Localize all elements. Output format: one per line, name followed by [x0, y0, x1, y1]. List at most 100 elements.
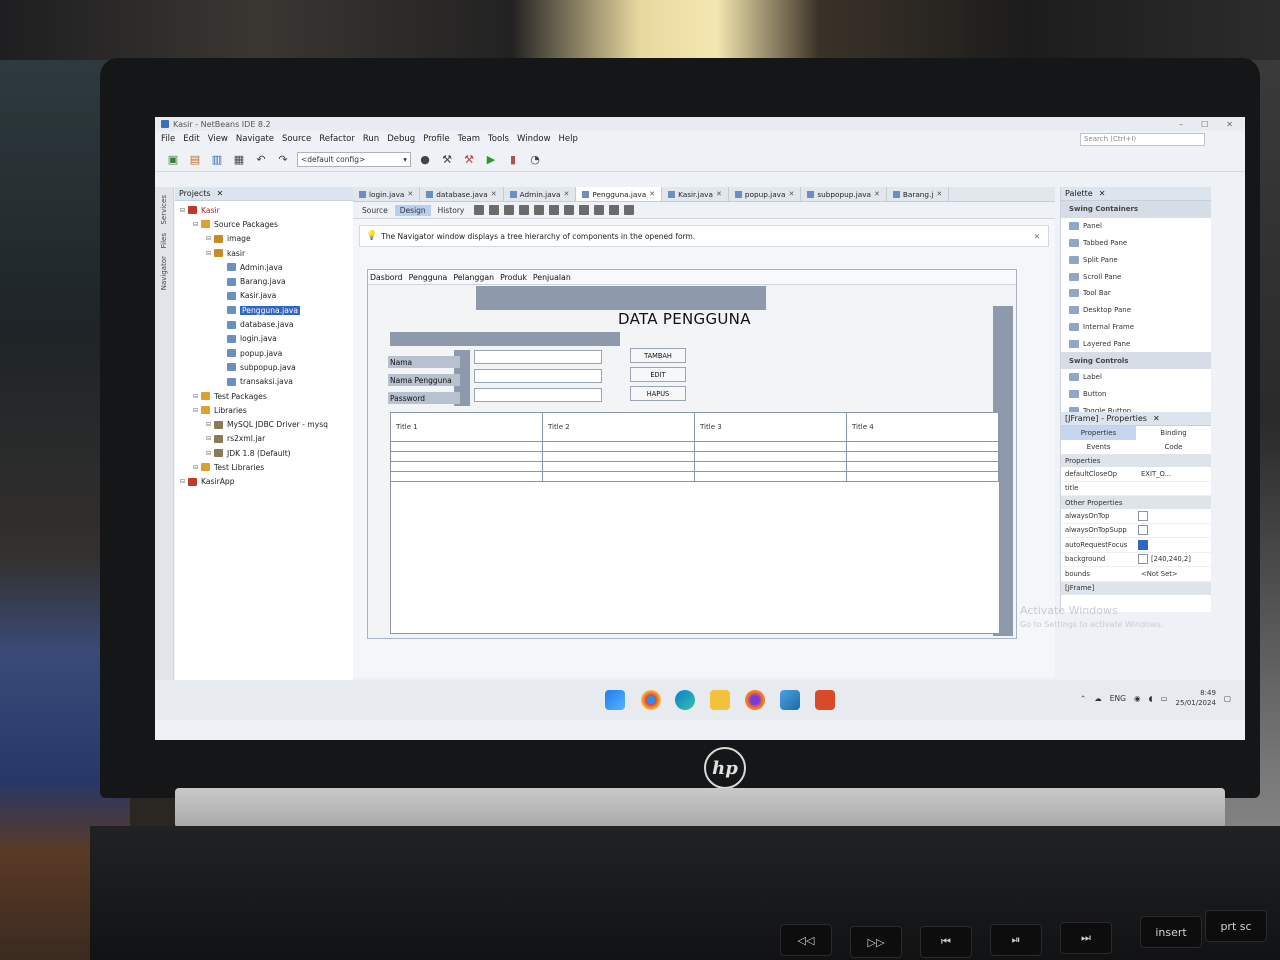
palette-item[interactable]: Tool Bar: [1061, 285, 1211, 302]
edit-button[interactable]: EDIT: [630, 367, 686, 382]
tree-item[interactable]: ⊟ KasirApp: [175, 475, 353, 489]
form-menu-produk[interactable]: Produk: [500, 273, 527, 282]
redo-icon[interactable]: ↷: [275, 151, 291, 167]
property-checkbox[interactable]: [1138, 539, 1148, 550]
align-bottom-icon[interactable]: [579, 205, 590, 215]
palette-item[interactable]: Panel: [1061, 218, 1211, 235]
new-project-icon[interactable]: ▤: [187, 151, 203, 167]
file-tab[interactable]: Pengguna.java ✕: [576, 187, 663, 201]
minimize-icon[interactable]: –: [1179, 120, 1183, 129]
align-right-icon[interactable]: [534, 205, 545, 215]
key-fn[interactable]: ⏯: [990, 924, 1042, 956]
menu-tools[interactable]: Tools: [488, 134, 509, 144]
nama-field[interactable]: [474, 350, 602, 364]
menu-navigate[interactable]: Navigate: [236, 134, 274, 144]
table-cell[interactable]: [391, 472, 543, 481]
file-explorer-icon[interactable]: [710, 690, 730, 710]
close-icon[interactable]: ✕: [716, 190, 722, 198]
palette-item[interactable]: Button: [1061, 386, 1211, 403]
form-menu-pengguna[interactable]: Pengguna: [409, 273, 448, 282]
design-form[interactable]: Dasbord Pengguna Pelanggan Produk Penjua…: [367, 269, 1017, 639]
close-icon[interactable]: ✕: [217, 189, 224, 198]
close-icon[interactable]: ✕: [1099, 189, 1106, 198]
close-icon[interactable]: ✕: [491, 190, 497, 198]
language-indicator[interactable]: ENG: [1110, 694, 1126, 703]
expand-toggle-icon[interactable]: ⊟: [205, 435, 212, 442]
property-value[interactable]: [1135, 509, 1211, 523]
tree-item[interactable]: ⊟ Test Packages: [175, 389, 353, 403]
key-prtsc[interactable]: prt sc: [1205, 910, 1267, 942]
expand-toggle-icon[interactable]: ⊟: [192, 407, 199, 414]
close-icon[interactable]: ✕: [936, 190, 942, 198]
key-insert[interactable]: insert: [1140, 916, 1202, 948]
file-tab[interactable]: Barang.j ✕: [887, 187, 950, 201]
table-row[interactable]: [391, 442, 999, 452]
expand-toggle-icon[interactable]: ⊟: [205, 450, 212, 457]
table-row[interactable]: [391, 472, 999, 482]
property-value[interactable]: [240,240,2]: [1135, 553, 1211, 567]
tree-item[interactable]: ⊟ kasir: [175, 246, 353, 260]
tree-item[interactable]: ⊟ MySQL JDBC Driver - mysq: [175, 417, 353, 431]
property-row[interactable]: background [240,240,2]: [1061, 553, 1211, 567]
expand-toggle-icon[interactable]: ⊟: [205, 421, 212, 428]
table-cell[interactable]: [543, 452, 695, 461]
wifi-icon[interactable]: ◉: [1134, 694, 1141, 703]
tree-item[interactable]: Barang.java: [175, 274, 353, 288]
tree-item[interactable]: popup.java: [175, 346, 353, 360]
menu-team[interactable]: Team: [458, 134, 480, 144]
subtab-code[interactable]: Code: [1136, 440, 1211, 454]
key-fn[interactable]: ◁◁: [780, 924, 832, 956]
tree-item[interactable]: subpopup.java: [175, 360, 353, 374]
tab-design[interactable]: Design: [394, 204, 431, 216]
expand-toggle-icon[interactable]: ⊟: [205, 235, 212, 242]
close-icon[interactable]: ✕: [874, 190, 880, 198]
tree-item[interactable]: ⊟ Kasir: [175, 203, 353, 217]
tree-item[interactable]: ⊟ image: [175, 232, 353, 246]
properties-tab[interactable]: [JFrame] - Properties ✕: [1061, 412, 1211, 426]
tree-item[interactable]: Kasir.java: [175, 289, 353, 303]
file-tab[interactable]: Kasir.java ✕: [662, 187, 729, 201]
palette-tab[interactable]: Palette ✕: [1061, 187, 1211, 201]
section-other-properties[interactable]: Other Properties: [1061, 496, 1211, 509]
key-fn[interactable]: ▷▷: [850, 926, 902, 958]
table-cell[interactable]: [847, 462, 999, 471]
tree-item[interactable]: ⊟ Source Packages: [175, 217, 353, 231]
table-cell[interactable]: [391, 462, 543, 471]
battery-icon[interactable]: ▭: [1160, 694, 1167, 703]
table-cell[interactable]: [695, 462, 847, 471]
expand-toggle-icon[interactable]: ⊟: [179, 207, 186, 214]
menu-window[interactable]: Window: [517, 134, 551, 144]
file-tab[interactable]: database.java ✕: [420, 187, 504, 201]
palette-item[interactable]: Split Pane: [1061, 251, 1211, 268]
nama-pengguna-field[interactable]: [474, 369, 602, 383]
subtab-binding[interactable]: Binding: [1136, 426, 1211, 440]
volume-icon[interactable]: ◖: [1149, 694, 1153, 703]
close-icon[interactable]: ✕: [563, 190, 569, 198]
table-cell[interactable]: [695, 442, 847, 451]
column-header[interactable]: Title 3: [695, 413, 847, 441]
run-icon[interactable]: ▶: [483, 151, 499, 167]
firefox-icon[interactable]: [745, 690, 765, 710]
subtab-events[interactable]: Events: [1061, 440, 1136, 454]
expand-toggle-icon[interactable]: ⊟: [192, 221, 199, 228]
table-cell[interactable]: [847, 442, 999, 451]
property-value[interactable]: EXIT_O...: [1135, 467, 1211, 481]
chevron-up-icon[interactable]: ⌃: [1080, 694, 1086, 703]
property-checkbox[interactable]: [1138, 510, 1148, 521]
tree-item[interactable]: ⊟ rs2xml.jar: [175, 432, 353, 446]
file-tab[interactable]: login.java ✕: [353, 187, 421, 201]
expand-toggle-icon[interactable]: ⊟: [192, 393, 199, 400]
table-cell[interactable]: [543, 442, 695, 451]
debug-icon[interactable]: ▮: [505, 151, 521, 167]
search-input[interactable]: Search (Ctrl+I): [1080, 132, 1205, 146]
expand-toggle-icon[interactable]: ⊟: [179, 478, 186, 485]
property-row[interactable]: alwaysOnTopSupp: [1061, 524, 1211, 538]
palette-item[interactable]: Internal Frame: [1061, 319, 1211, 336]
property-value[interactable]: [1135, 524, 1211, 538]
close-icon[interactable]: ✕: [1034, 232, 1040, 241]
file-tab[interactable]: popup.java ✕: [729, 187, 802, 201]
menu-view[interactable]: View: [208, 134, 228, 144]
undo-icon[interactable]: ↶: [253, 151, 269, 167]
build-hammer-icon[interactable]: ⚒: [439, 151, 455, 167]
align-middle-icon[interactable]: [594, 205, 605, 215]
